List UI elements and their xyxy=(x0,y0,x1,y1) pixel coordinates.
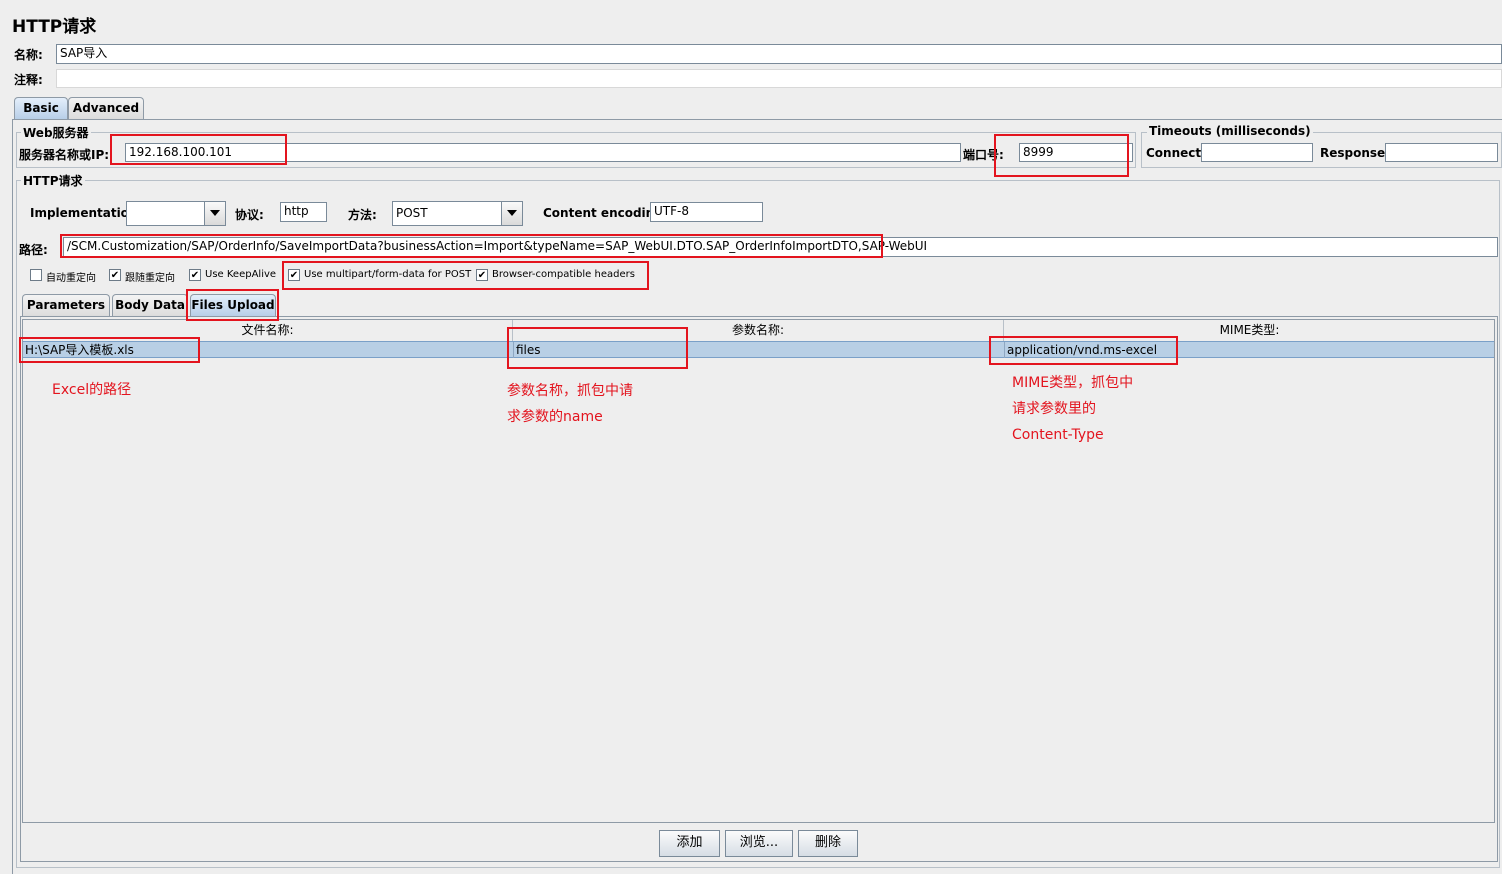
method-select[interactable]: POST xyxy=(392,201,523,226)
delete-button[interactable]: 删除 xyxy=(798,830,858,857)
table-row[interactable]: H:\SAP导入模板.xls files application/vnd.ms-… xyxy=(23,341,1494,358)
page-title: HTTP请求 xyxy=(12,17,97,37)
protocol-label: 协议: xyxy=(235,208,264,222)
annotation-mime-line1: MIME类型，抓包中 xyxy=(1012,375,1134,391)
annotation-param-line2: 求参数的name xyxy=(507,409,603,425)
tab-body-data[interactable]: Body Data xyxy=(112,294,188,316)
tab-advanced[interactable]: Advanced xyxy=(68,97,144,119)
server-label: 服务器名称或IP: xyxy=(19,148,110,162)
timeouts-title: Timeouts (milliseconds) xyxy=(1147,124,1313,138)
implementation-select[interactable] xyxy=(126,201,226,226)
http-request-title: HTTP请求 xyxy=(21,172,85,189)
encoding-input[interactable]: UTF-8 xyxy=(650,202,763,222)
annotation-excel-path: Excel的路径 xyxy=(52,382,132,398)
comment-field[interactable] xyxy=(56,69,1502,88)
highlight-checkboxes xyxy=(282,261,649,290)
keepalive-checkbox[interactable]: ✔ xyxy=(189,269,201,281)
auto-redirect-checkbox[interactable] xyxy=(30,269,42,281)
web-server-title: Web服务器 xyxy=(21,124,91,141)
highlight-server-ip xyxy=(110,134,287,165)
highlight-file-cell xyxy=(19,337,200,363)
annotation-param-line1: 参数名称，抓包中请 xyxy=(507,383,633,399)
chevron-down-icon[interactable] xyxy=(204,202,225,225)
method-label: 方法: xyxy=(348,208,377,222)
highlight-mime-cell xyxy=(989,336,1178,365)
connect-input[interactable] xyxy=(1201,143,1313,162)
tab-parameters[interactable]: Parameters xyxy=(22,294,110,316)
name-field[interactable]: SAP导入 xyxy=(56,44,1502,64)
comment-label: 注释: xyxy=(14,73,43,87)
files-table: 文件名称: 参数名称: MIME类型: H:\SAP导入模板.xls files… xyxy=(22,319,1495,823)
tab-basic[interactable]: Basic xyxy=(14,97,68,119)
path-label: 路径: xyxy=(19,243,48,257)
add-button[interactable]: 添加 xyxy=(659,830,720,857)
connect-label: Connect: xyxy=(1146,146,1206,160)
auto-redirect-label: 自动重定向 xyxy=(46,273,96,284)
highlight-files-upload-tab xyxy=(186,289,279,321)
follow-redirect-label: 跟随重定向 xyxy=(125,273,175,284)
response-input[interactable] xyxy=(1385,143,1498,162)
browse-button[interactable]: 浏览... xyxy=(725,830,793,857)
keepalive-label: Use KeepAlive xyxy=(205,269,277,280)
annotation-mime-line2: 请求参数里的 xyxy=(1012,401,1096,417)
name-label: 名称: xyxy=(14,48,43,62)
follow-redirect-checkbox[interactable]: ✔ xyxy=(109,269,121,281)
protocol-input[interactable]: http xyxy=(280,202,327,222)
response-label: Response: xyxy=(1320,146,1390,160)
highlight-path xyxy=(60,234,883,258)
annotation-mime-line3: Content-Type xyxy=(1012,427,1104,443)
method-value: POST xyxy=(396,206,428,220)
encoding-label: Content encoding: xyxy=(543,206,668,220)
highlight-port xyxy=(994,134,1129,177)
highlight-param-cell xyxy=(507,327,688,369)
chevron-down-icon[interactable] xyxy=(501,202,522,225)
